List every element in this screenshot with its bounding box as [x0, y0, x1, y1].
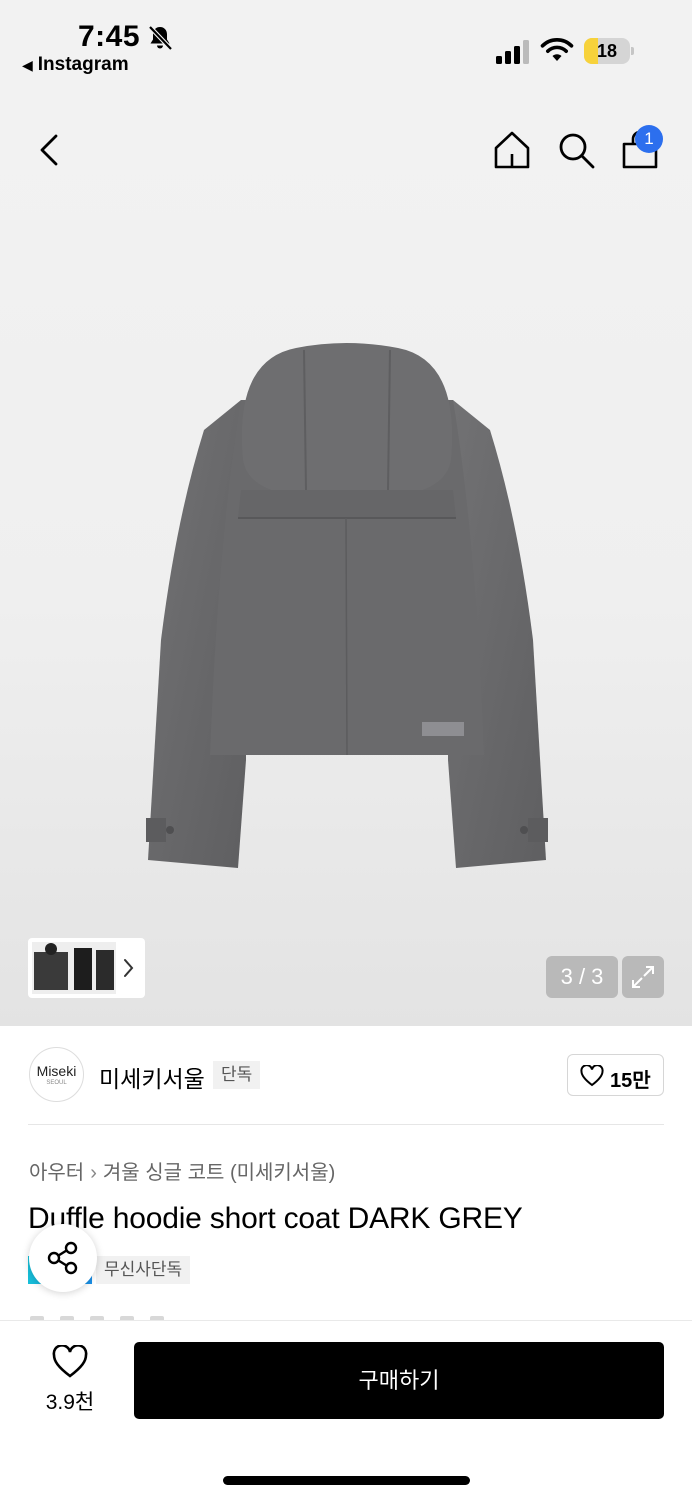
chevron-right-icon: [124, 959, 134, 977]
back-app-label: Instagram: [37, 54, 129, 75]
back-arrow-icon[interactable]: [30, 130, 70, 170]
cellular-signal-icon: [496, 40, 529, 64]
back-triangle-icon: ◀: [22, 57, 33, 73]
image-page-indicator: 3 / 3: [546, 956, 618, 998]
breadcrumb-category[interactable]: 아우터: [29, 1162, 84, 1184]
brand-like-count: 15만: [610, 1070, 651, 1092]
wishlist-heart-icon[interactable]: [52, 1345, 88, 1379]
product-coat-image: [146, 343, 548, 868]
breadcrumb-subcategory[interactable]: 겨울 싱글 코트 (미세키서울): [103, 1162, 335, 1184]
breadcrumb: 아우터 › 겨울 싱글 코트 (미세키서울): [29, 1156, 335, 1185]
cart-count-badge: 1: [635, 125, 663, 153]
share-icon: [47, 1241, 78, 1275]
wishlist-count: 3.9천: [45, 1391, 95, 1414]
battery-indicator: 18: [584, 38, 634, 64]
wifi-icon: [540, 38, 574, 61]
status-bar: 7:45 ◀ Instagram 18: [0, 0, 692, 88]
search-icon[interactable]: [556, 130, 596, 170]
musinsa-exclusive-tag: 무신사단독: [96, 1256, 191, 1284]
product-gallery[interactable]: 1 3 / 3: [0, 88, 692, 1026]
section-divider: [28, 1124, 664, 1125]
brand-exclusive-tag: 단독: [213, 1061, 261, 1089]
bell-muted-icon: [148, 25, 173, 51]
home-icon[interactable]: [492, 130, 532, 170]
brand-logo[interactable]: Miseki SEOUL: [29, 1047, 84, 1102]
home-indicator: [223, 1476, 470, 1485]
brand-name[interactable]: 미세키서울: [99, 1060, 205, 1094]
expand-button[interactable]: [622, 956, 664, 998]
battery-percent: 18: [596, 41, 618, 61]
brand-like-button[interactable]: 15만: [567, 1054, 664, 1096]
buy-button[interactable]: 구매하기: [134, 1342, 664, 1419]
look-thumbnails[interactable]: [28, 938, 145, 998]
heart-outline-icon: [580, 1065, 604, 1087]
look-thumbnail-image: [32, 942, 116, 994]
outfit-thumbnail-icon: [32, 942, 116, 994]
brand-logo-text: Miseki: [36, 1063, 77, 1079]
status-time: 7:45: [78, 20, 141, 53]
back-to-instagram[interactable]: ◀ Instagram: [22, 54, 129, 76]
product-title: Duffle hoodie short coat DARK GREY: [28, 1202, 523, 1235]
brand-logo-sub: SEOUL: [46, 1080, 67, 1086]
share-button[interactable]: [29, 1224, 97, 1292]
expand-icon: [632, 966, 654, 988]
breadcrumb-chevron-icon: ›: [90, 1162, 97, 1184]
